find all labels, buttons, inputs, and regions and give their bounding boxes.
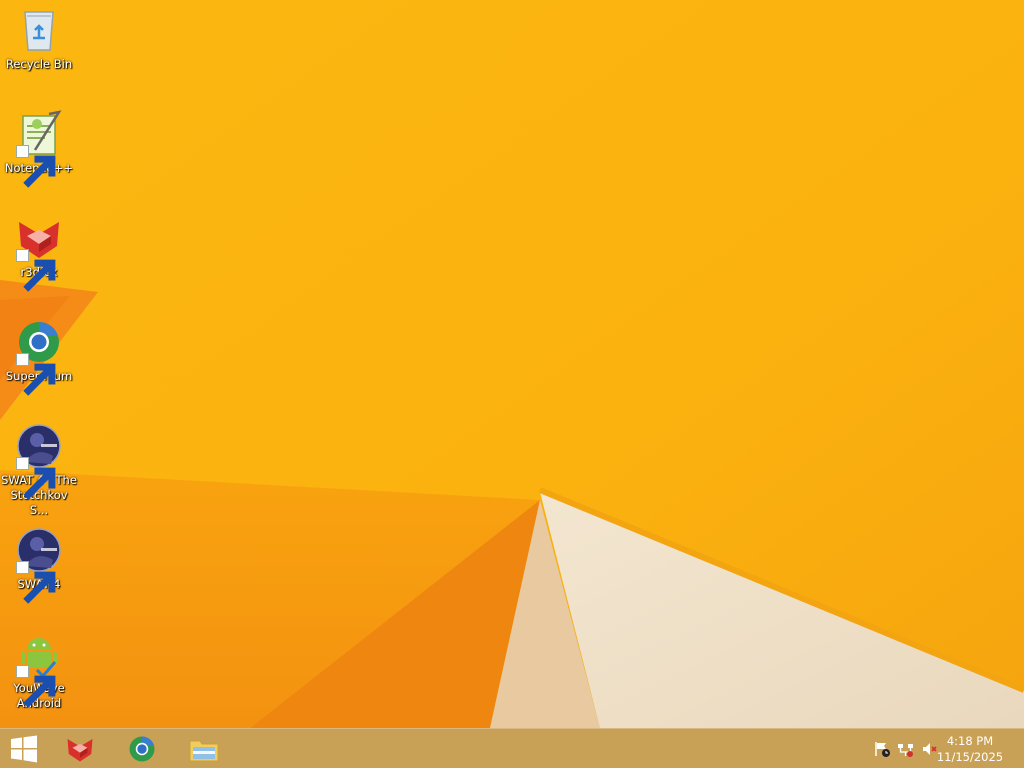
start-button[interactable] [6, 732, 42, 766]
supermium-icon [129, 736, 155, 762]
shortcut-arrow-icon [16, 353, 56, 396]
shortcut-arrow-icon [16, 457, 56, 500]
icon-label: Recycle Bin [5, 57, 73, 71]
shortcut-arrow-icon [16, 145, 56, 188]
taskbar-supermium[interactable] [124, 732, 160, 766]
desktop-icon-supermium[interactable]: Supermium [2, 312, 76, 408]
windows-logo-icon [11, 735, 37, 763]
action-center-flag-icon[interactable] [873, 740, 891, 758]
desktop-icon-youwave[interactable]: YouWave Android [2, 624, 76, 720]
network-icon[interactable] [897, 740, 915, 758]
supermium-icon [15, 318, 63, 396]
shortcut-arrow-icon [16, 665, 56, 708]
taskbar: 4:18 PM 11/15/2025 [0, 728, 1024, 768]
desktop-icon-recycle-bin[interactable]: Recycle Bin [2, 0, 76, 96]
file-explorer-icon [189, 740, 219, 762]
android-icon [15, 630, 63, 708]
desktop-icon-swat4[interactable]: SWAT 4 [2, 520, 76, 616]
r3dfox-icon [15, 214, 63, 292]
swat4-icon [15, 526, 63, 604]
desktop-icon-notepadpp[interactable]: Notepad++ [2, 104, 76, 200]
system-clock[interactable]: 4:18 PM 11/15/2025 [930, 733, 1010, 765]
taskbar-file-explorer[interactable] [186, 732, 222, 766]
shortcut-arrow-icon [16, 561, 56, 604]
desktop-icon-swat4-stetchkov[interactable]: SWAT 4 - The Stetchkov S... [1, 416, 77, 517]
taskbar-r3dfox[interactable] [62, 732, 98, 766]
desktop-wallpaper [0, 0, 1024, 728]
shortcut-arrow-icon [16, 249, 56, 292]
desktop-icon-r3dfox[interactable]: r3dfox [2, 208, 76, 304]
recycle-bin-icon [15, 6, 63, 54]
swat4-stetchkov-icon [15, 422, 63, 500]
clock-date: 11/15/2025 [936, 750, 1004, 764]
r3dfox-icon [67, 739, 93, 762]
clock-time: 4:18 PM [946, 734, 994, 748]
notepadpp-icon [15, 110, 63, 188]
